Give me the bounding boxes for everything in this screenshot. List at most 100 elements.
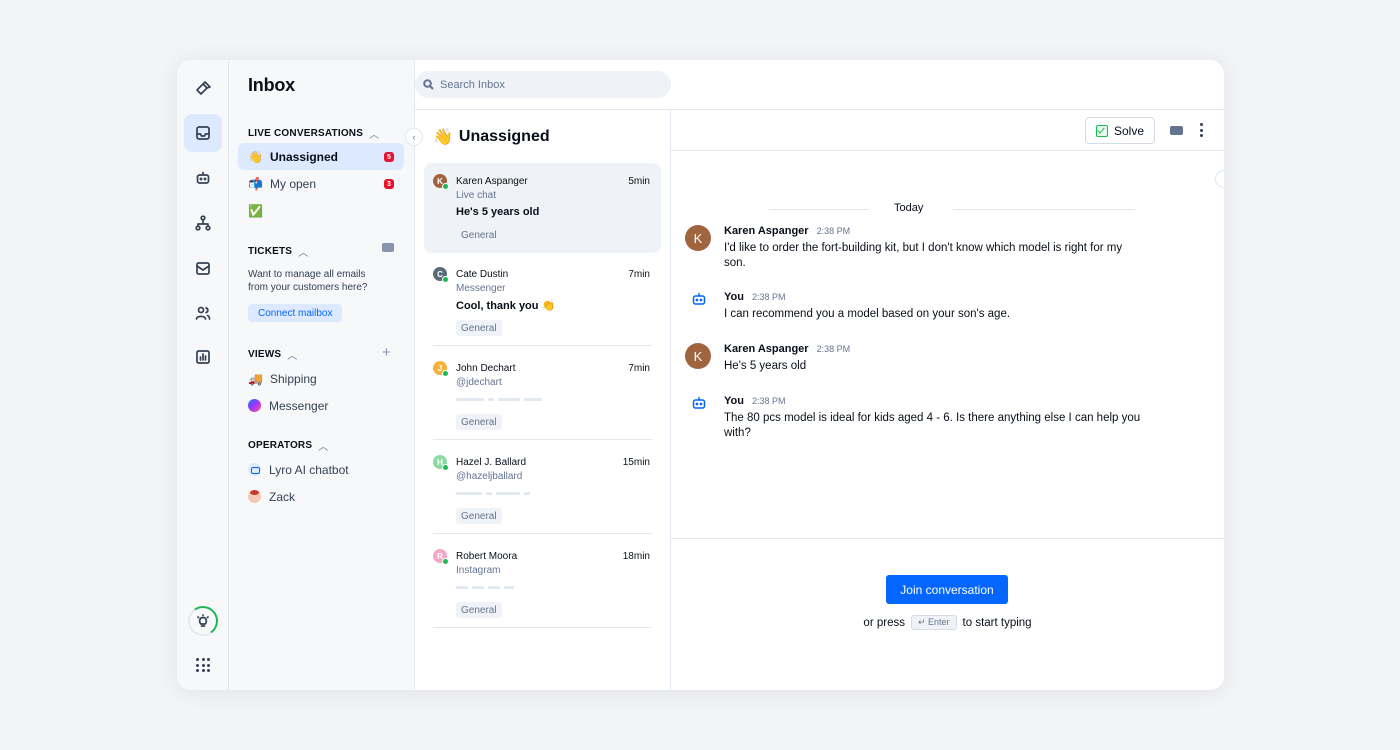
sidebar-item-my-open[interactable]: 📬 My open 3 — [238, 170, 404, 197]
sidebar-item-label: Messenger — [269, 398, 329, 413]
nav-rail — [177, 60, 229, 690]
hint-text: or press — [863, 616, 905, 629]
divider — [433, 533, 652, 534]
sidebar-item-shipping[interactable]: 🚚 Shipping — [238, 365, 404, 392]
section-label: TICKETS — [248, 246, 293, 257]
chat-panel: Solve Today K Karen Aspanger 2:38 PM I'd… — [671, 109, 1224, 690]
customers-icon[interactable] — [184, 294, 222, 332]
conversation-item[interactable]: R Robert Moora 18min Instagram General — [424, 538, 661, 628]
chatbot-icon[interactable] — [184, 159, 222, 197]
bot-icon — [248, 463, 261, 476]
operators-header[interactable]: OPERATORS ︿ — [248, 438, 328, 453]
sidebar-item-label: My open — [270, 176, 317, 191]
waving-hand-icon: 👋 — [433, 129, 453, 146]
message-author: Karen Aspanger — [724, 343, 809, 355]
ticket-icon[interactable] — [1170, 126, 1183, 135]
tickets-header[interactable]: TICKETS ︿ — [248, 244, 308, 259]
timestamp: 15min — [622, 457, 650, 468]
collapse-sidebar-button[interactable]: ‹ — [405, 128, 423, 146]
timestamp: 5min — [628, 176, 650, 187]
conversation-item[interactable]: H Hazel J. Ballard 15min @hazeljballard … — [424, 444, 661, 534]
app-window: Inbox LIVE CONVERSATIONS ︿ 👋 Unassigned … — [177, 60, 1224, 690]
channel-label: @hazeljballard — [456, 471, 523, 482]
analytics-icon[interactable] — [184, 338, 222, 376]
sidebar-item-zack[interactable]: Zack — [238, 483, 404, 510]
live-conversations-header[interactable]: LIVE CONVERSATIONS ︿ — [248, 126, 379, 141]
conversation-item[interactable]: J John Dechart 7min @jdechart General — [424, 350, 661, 440]
contact-name: John Dechart — [456, 363, 516, 374]
sidebar-item-solved[interactable]: ✅ — [238, 197, 404, 224]
views-header[interactable]: VIEWS ︿ — [248, 347, 297, 362]
chevron-up-icon: ︿ — [369, 130, 380, 141]
inbox-icon[interactable] — [184, 114, 222, 152]
message-author: Karen Aspanger — [724, 225, 809, 237]
details-toggle-button[interactable] — [1215, 170, 1224, 188]
checkbox-icon — [1095, 124, 1108, 137]
avatar: K — [685, 343, 711, 369]
join-conversation-button[interactable]: Join conversation — [886, 575, 1008, 604]
sidebar-item-unassigned[interactable]: 👋 Unassigned 5 — [238, 143, 404, 170]
message-header: Karen Aspanger 2:38 PM — [724, 225, 850, 237]
timestamp: 7min — [628, 269, 650, 280]
contact-name: Karen Aspanger — [456, 176, 528, 187]
contact-name: Robert Moora — [456, 551, 518, 562]
message-header: You 2:38 PM — [724, 395, 786, 407]
conversation-item[interactable]: C Cate Dustin 7min Messenger Cool, thank… — [424, 256, 661, 346]
dashboard-icon[interactable] — [184, 70, 222, 108]
message-time: 2:38 PM — [816, 344, 851, 354]
count-badge: 3 — [384, 179, 394, 189]
apps-grid-icon[interactable] — [196, 658, 210, 672]
avatar: H — [433, 455, 449, 471]
avatar: R — [433, 549, 449, 565]
flows-icon[interactable] — [184, 204, 222, 242]
timestamp: 18min — [622, 551, 650, 562]
messenger-icon — [248, 399, 261, 412]
sidebar-item-label: Shipping — [270, 371, 317, 386]
message-header: You 2:38 PM — [724, 291, 786, 303]
search-input[interactable]: Search Inbox — [415, 71, 671, 98]
conversation-item[interactable]: K Karen Aspanger 5min Live chat He's 5 y… — [424, 163, 661, 253]
sidebar-item-messenger[interactable]: Messenger — [238, 392, 404, 419]
mail-icon[interactable] — [184, 249, 222, 287]
sidebar-item-label: Lyro AI chatbot — [269, 462, 349, 477]
channel-label: @jdechart — [456, 377, 502, 388]
message-author: You — [724, 291, 744, 303]
sidebar-item-lyro[interactable]: Lyro AI chatbot — [238, 456, 404, 483]
channel-label: Instagram — [456, 565, 501, 576]
solve-button[interactable]: Solve — [1085, 117, 1155, 144]
hint-text: to start typing — [962, 616, 1032, 629]
channel-label: Live chat — [456, 190, 497, 201]
message-placeholder — [456, 398, 542, 401]
section-label: VIEWS — [248, 349, 282, 360]
chevron-up-icon: ︿ — [298, 248, 309, 259]
avatar: C — [433, 267, 449, 283]
conversation-list: 👋 Unassigned K Karen Aspanger 5min Live … — [415, 109, 671, 690]
connect-mailbox-button[interactable]: Connect mailbox — [248, 304, 343, 322]
online-indicator — [442, 558, 449, 565]
count-badge: 5 — [384, 152, 394, 162]
chat-toolbar: Solve — [671, 110, 1224, 151]
avatar: J — [433, 361, 449, 377]
tag-badge: General — [456, 414, 502, 430]
lightbulb-icon[interactable] — [185, 603, 221, 639]
chevron-up-icon: ︿ — [318, 442, 329, 453]
message-text: He's 5 years old — [724, 360, 807, 372]
avatar — [248, 490, 261, 503]
online-indicator — [442, 464, 449, 471]
add-view-icon[interactable]: + — [382, 344, 391, 361]
message-author: You — [724, 395, 744, 407]
mailbox-icon: 📬 — [248, 176, 263, 191]
ticket-icon[interactable] — [382, 243, 394, 252]
message-time: 2:38 PM — [751, 396, 786, 406]
section-label: OPERATORS — [248, 440, 313, 451]
channel-label: Messenger — [456, 283, 506, 294]
more-options-icon[interactable] — [1200, 123, 1203, 137]
chevron-up-icon: ︿ — [287, 351, 298, 362]
contact-name: Cate Dustin — [456, 269, 509, 280]
section-label: LIVE CONVERSATIONS — [248, 128, 364, 139]
search-icon — [423, 79, 434, 90]
contact-name: Hazel J. Ballard — [456, 457, 527, 468]
waving-hand-icon: 👋 — [248, 149, 263, 164]
date-divider: Today — [671, 202, 1151, 216]
list-title-text: Unassigned — [458, 128, 550, 145]
